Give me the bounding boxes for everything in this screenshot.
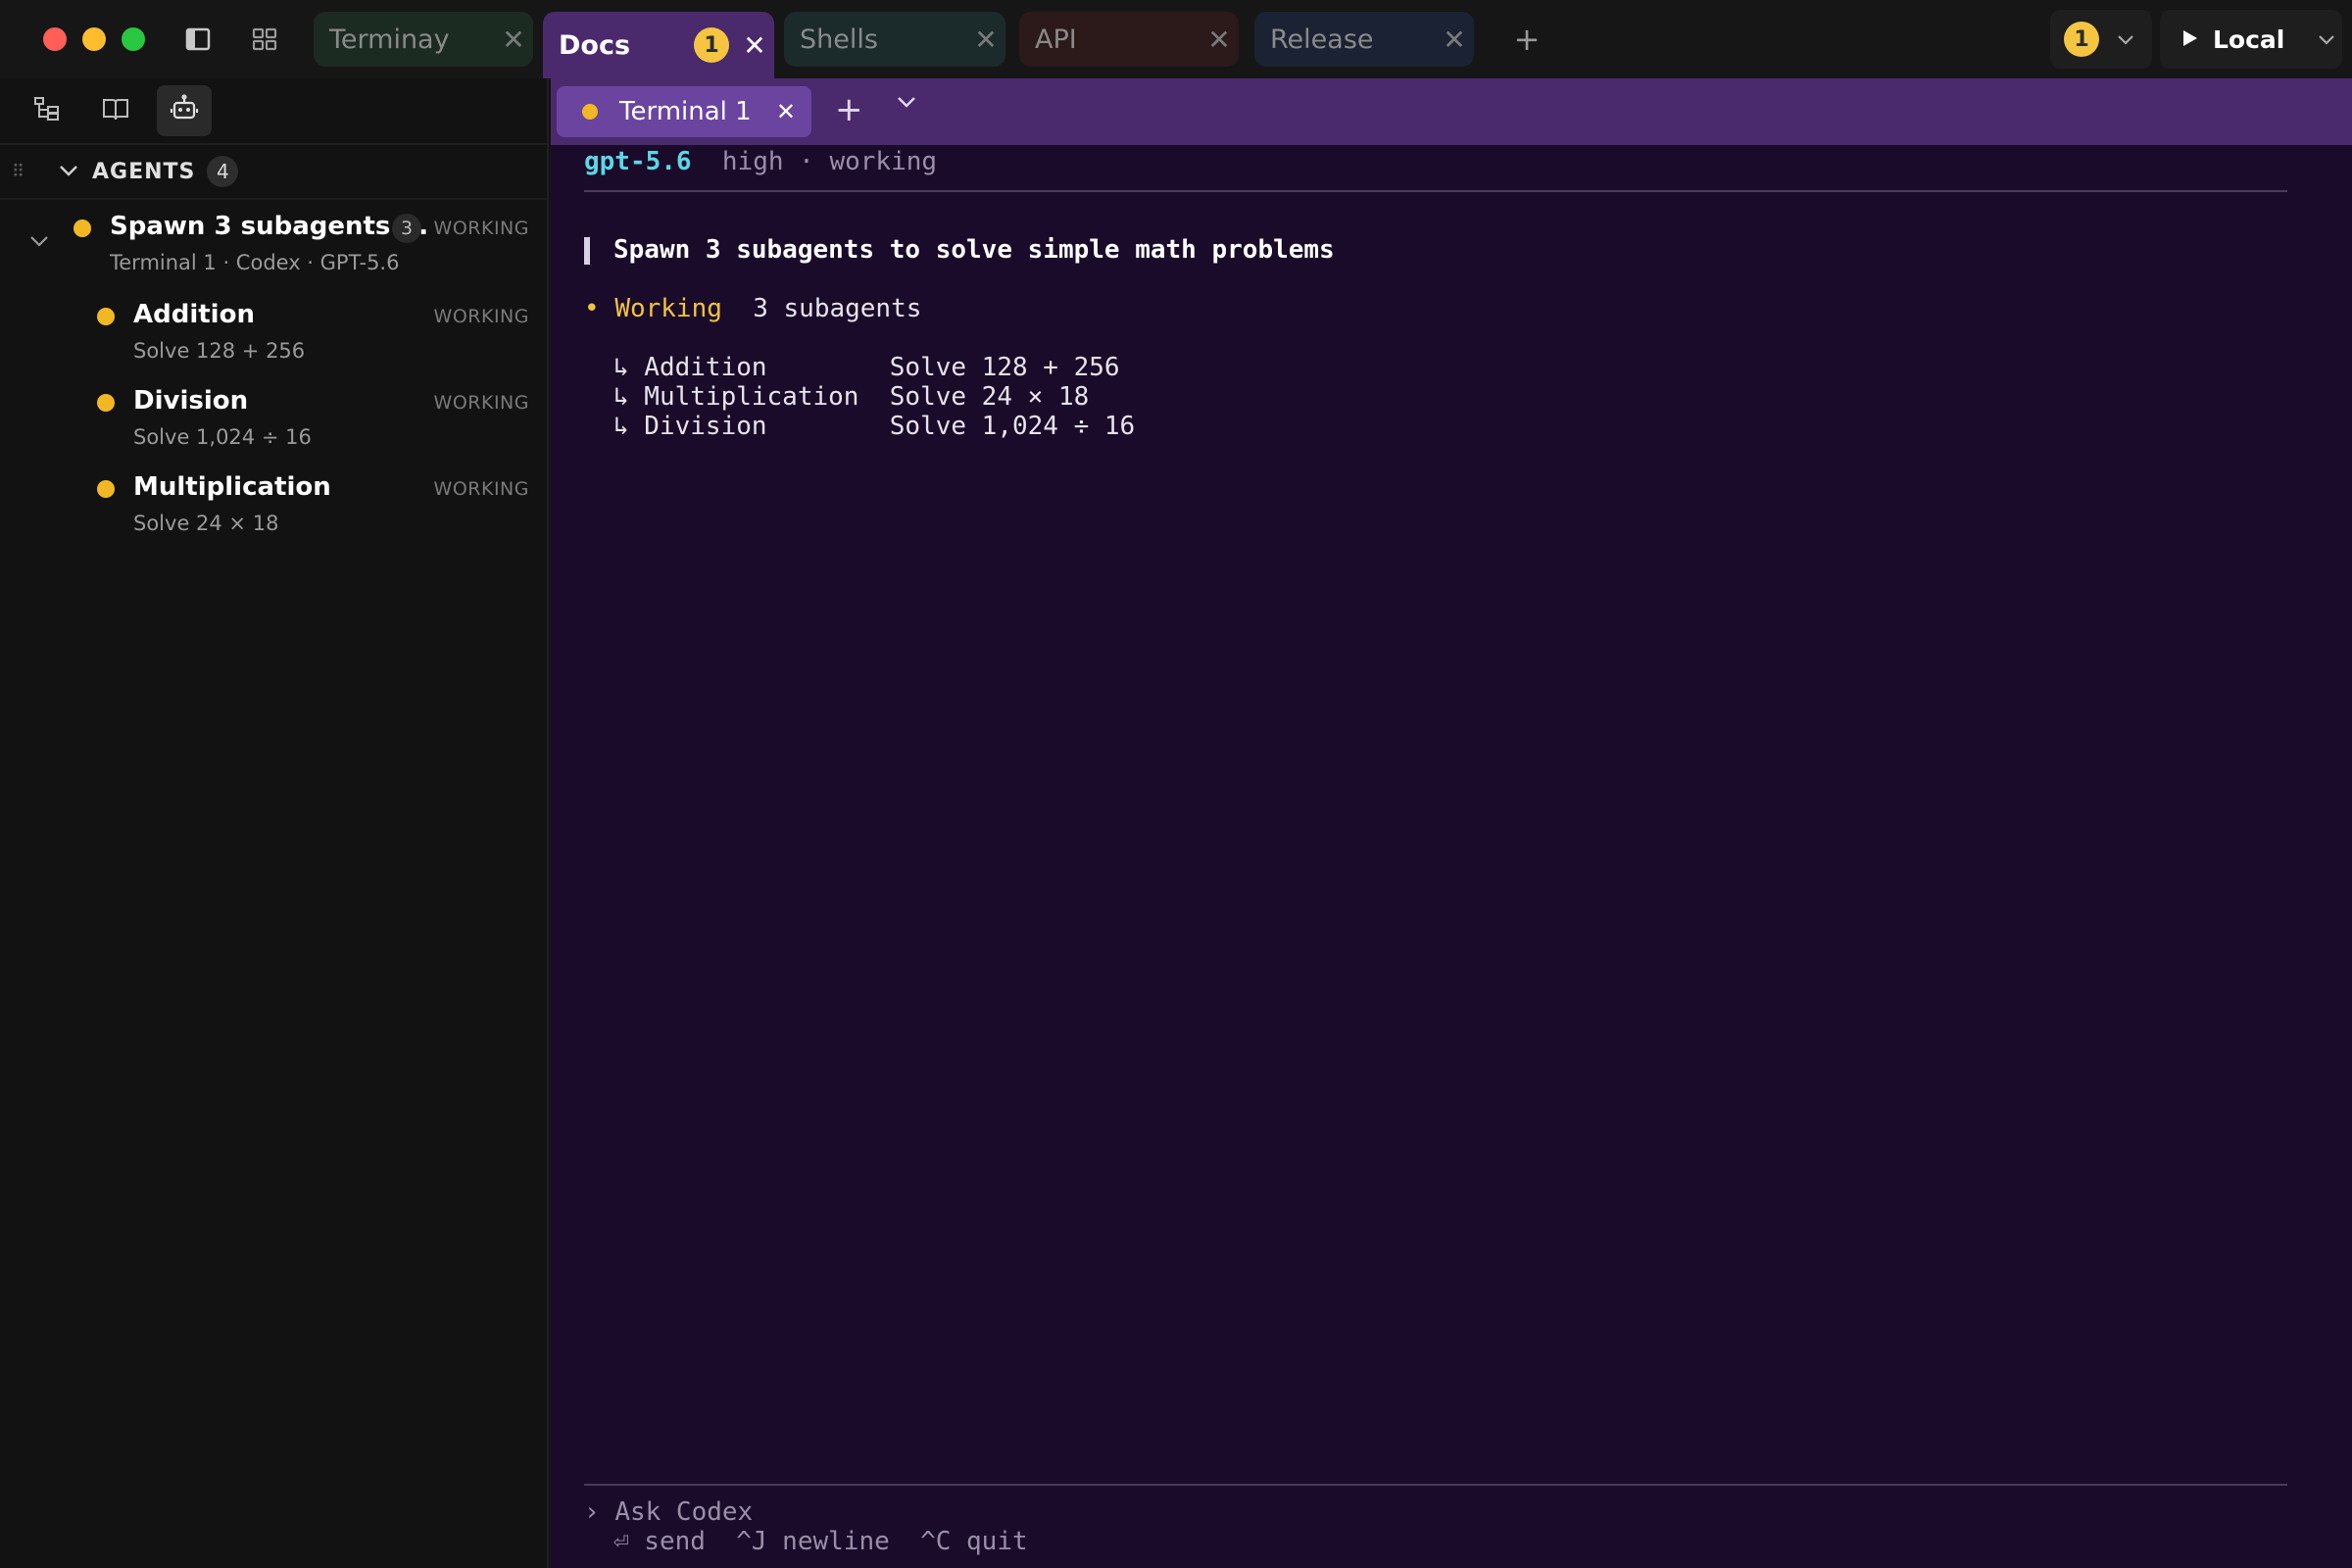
sidebar: ⠿ AGENTS 4 Spawn 3 subagents ... 3 WORKI… — [0, 78, 549, 1568]
chevron-down-icon[interactable] — [2318, 27, 2335, 51]
model-meta: high · working — [721, 147, 938, 176]
docs-button[interactable] — [88, 85, 143, 136]
agent-subtitle: Solve 1,024 ÷ 16 — [133, 425, 312, 449]
tab-label: Terminay — [329, 24, 450, 55]
agent-name: Division — [133, 386, 249, 416]
tab-api[interactable]: API ✕ — [1019, 12, 1239, 67]
status-dot — [582, 104, 598, 120]
tab-docs[interactable]: Docs 1 ✕ — [543, 12, 774, 78]
notification-badge: 1 — [694, 27, 729, 63]
agent-item-division[interactable]: Division WORKING Solve 1,024 ÷ 16 — [0, 374, 547, 461]
subagent-line: ↳ Division Solve 1,024 ÷ 16 — [613, 412, 1136, 441]
status-badge: WORKING — [433, 392, 529, 414]
notifications-button[interactable]: 1 — [2050, 10, 2152, 69]
window-maximize-button[interactable] — [122, 27, 145, 51]
agent-item-parent[interactable]: Spawn 3 subagents ... 3 WORKING Terminal… — [0, 200, 547, 288]
keyboard-hints: ⏎ send ^J newline ^C quit — [613, 1527, 1028, 1556]
agent-name: Multiplication — [133, 472, 331, 502]
status-word: Working — [614, 294, 722, 323]
agent-name: Spawn 3 subagents ... — [110, 212, 429, 241]
chevron-down-icon[interactable] — [29, 233, 49, 252]
user-prompt: Spawn 3 subagents to solve simple math p… — [613, 235, 1335, 265]
tab-terminal-1[interactable]: Terminal 1 ✕ — [557, 86, 811, 137]
add-terminal-button[interactable]: + — [835, 90, 863, 129]
window-close-button[interactable] — [43, 27, 67, 51]
agents-count-badge: 4 — [207, 156, 239, 187]
tab-shells[interactable]: Shells ✕ — [784, 12, 1005, 67]
agent-name: Addition — [133, 300, 255, 329]
chevron-down-icon[interactable] — [59, 163, 78, 181]
close-icon[interactable]: ✕ — [1200, 24, 1239, 56]
play-icon — [2181, 25, 2199, 54]
input-caret: › — [584, 1497, 600, 1527]
sidebar-toggle-icon[interactable] — [182, 24, 214, 55]
run-target-button[interactable]: Local — [2160, 10, 2342, 69]
close-icon[interactable]: ✕ — [735, 29, 774, 62]
tab-label: API — [1035, 24, 1077, 55]
new-tab-button[interactable]: + — [1505, 18, 1548, 61]
status-dot — [97, 394, 115, 412]
agent-item-addition[interactable]: Addition WORKING Solve 128 + 256 — [0, 288, 547, 374]
agent-item-multiplication[interactable]: Multiplication WORKING Solve 24 × 18 — [0, 461, 547, 547]
file-tree-icon — [31, 93, 63, 128]
tab-label: Docs — [559, 29, 631, 61]
tab-label: Release — [1270, 24, 1374, 55]
sidebar-toolbar — [0, 78, 547, 145]
subagent-line: ↳ Addition Solve 128 + 256 — [613, 353, 1120, 382]
tab-label: Terminal 1 — [619, 97, 752, 126]
agents-button[interactable] — [157, 85, 212, 136]
title-bar: Terminay ✕ Docs 1 ✕ Shells ✕ API ✕ Relea… — [0, 0, 2352, 78]
status-detail: 3 subagents — [753, 294, 922, 323]
book-icon — [100, 93, 131, 128]
drag-handle-icon[interactable]: ⠿ — [12, 162, 31, 182]
agent-subtitle: Solve 128 + 256 — [133, 339, 306, 363]
status-dot — [97, 480, 115, 498]
robot-icon — [169, 93, 200, 128]
window-minimize-button[interactable] — [82, 27, 106, 51]
run-target-label: Local — [2213, 24, 2285, 54]
divider — [584, 1484, 2287, 1486]
close-icon[interactable]: ✕ — [494, 24, 533, 56]
input-line[interactable]: › Ask Codex — [584, 1497, 753, 1527]
close-icon[interactable]: ✕ — [776, 98, 796, 125]
tab-release[interactable]: Release ✕ — [1254, 12, 1474, 67]
close-icon[interactable]: ✕ — [966, 24, 1005, 56]
status-badge: WORKING — [433, 478, 529, 500]
close-icon[interactable]: ✕ — [1435, 24, 1474, 56]
agent-subtitle: Solve 24 × 18 — [133, 512, 279, 535]
chevron-down-icon[interactable] — [896, 94, 917, 114]
tab-label: Shells — [800, 24, 878, 55]
agent-subtitle: Terminal 1 · Codex · GPT-5.6 — [110, 251, 400, 274]
agents-section-header[interactable]: ⠿ AGENTS 4 — [0, 145, 547, 200]
status-bullet: • — [584, 294, 600, 323]
status-dot — [74, 220, 91, 237]
tab-terminay[interactable]: Terminay ✕ — [314, 12, 533, 67]
terminal-pane[interactable]: gpt-5.6 high · working Spawn 3 subagents… — [551, 145, 2352, 1568]
model-header: gpt-5.6 high · working — [584, 147, 937, 176]
agents-section-title: AGENTS — [92, 159, 196, 184]
divider — [584, 190, 2287, 192]
status-badge: WORKING — [433, 218, 529, 239]
subagent-count-badge: 3 — [392, 214, 421, 243]
subagent-line: ↳ Multiplication Solve 24 × 18 — [613, 382, 1090, 412]
status-dot — [97, 308, 115, 325]
file-tree-button[interactable] — [20, 85, 74, 136]
ask-codex-input[interactable]: Ask Codex — [614, 1497, 753, 1527]
grid-view-icon[interactable] — [249, 24, 280, 55]
status-line: • Working 3 subagents — [584, 294, 921, 323]
status-badge: WORKING — [433, 306, 529, 327]
terminal-tab-strip: Terminal 1 ✕ + — [551, 78, 2352, 145]
notification-count: 1 — [2064, 22, 2099, 57]
chevron-down-icon — [2117, 27, 2134, 51]
model-name: gpt-5.6 — [584, 147, 692, 176]
prompt-marker — [584, 237, 590, 265]
